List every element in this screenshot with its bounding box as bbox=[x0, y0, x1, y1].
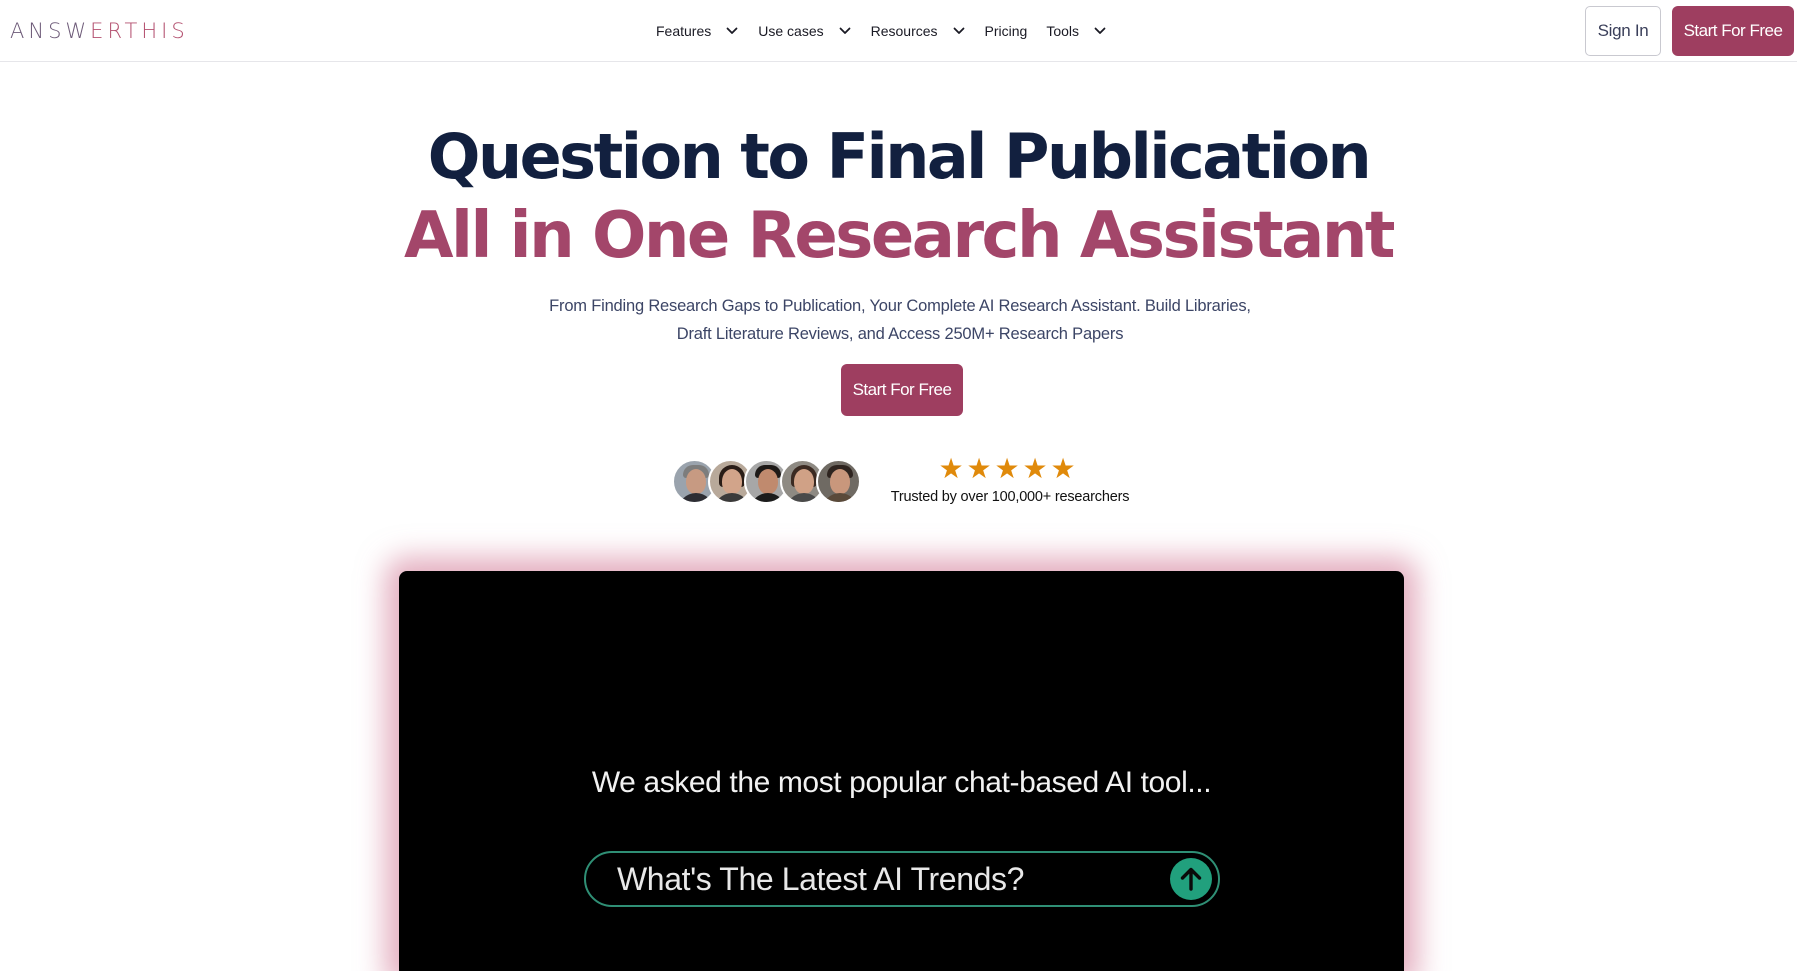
nav-item-label: Features bbox=[656, 23, 712, 39]
nav-item-use-cases[interactable]: Use cases bbox=[758, 23, 851, 39]
start-for-free-hero-button[interactable]: Start For Free bbox=[841, 364, 963, 416]
demo-prompt-box: What's The Latest AI Trends? bbox=[584, 851, 1220, 907]
nav-item-label: Use cases bbox=[758, 23, 824, 39]
chevron-down-icon bbox=[953, 27, 964, 34]
logo-text-part-a: ANSW bbox=[10, 19, 91, 43]
star-icon: ★ bbox=[938, 453, 966, 484]
start-for-free-nav-button[interactable]: Start For Free bbox=[1672, 6, 1794, 56]
answerthis-logo[interactable]: ANSW ERTHIS bbox=[10, 18, 189, 44]
top-navbar: ANSW ERTHIS Features Use cases Resources … bbox=[0, 0, 1797, 62]
nav-item-tools[interactable]: Tools bbox=[1046, 23, 1107, 39]
star-icon: ★ bbox=[1050, 453, 1078, 484]
demo-video-panel[interactable]: We asked the most popular chat-based AI … bbox=[399, 571, 1404, 971]
avatar bbox=[816, 459, 861, 504]
hero-subtitle-line-1: From Finding Research Gaps to Publicatio… bbox=[549, 297, 1251, 315]
chevron-down-icon bbox=[726, 27, 738, 34]
main-nav: Features Use cases Resources Pricing Too… bbox=[656, 18, 1126, 44]
hero-subtitle-line-2: Draft Literature Reviews, and Access 250… bbox=[676, 325, 1124, 343]
nav-item-features[interactable]: Features bbox=[656, 23, 739, 39]
trusted-by-text: Trusted by over 100,000+ researchers bbox=[890, 489, 1130, 505]
researcher-avatars bbox=[672, 459, 862, 505]
chevron-down-icon bbox=[1094, 27, 1106, 34]
hero-title-line-1: Question to Final Publication bbox=[427, 120, 1372, 193]
logo-text-part-b: ERTHIS bbox=[90, 19, 189, 43]
demo-prompt-text: What's The Latest AI Trends? bbox=[617, 861, 1024, 897]
star-icon: ★ bbox=[994, 453, 1022, 484]
hero-title-line-2: All in One Research Assistant bbox=[403, 199, 1396, 273]
nav-item-label: Pricing bbox=[984, 23, 1028, 39]
nav-item-pricing[interactable]: Pricing bbox=[985, 23, 1028, 39]
star-icon: ★ bbox=[1022, 453, 1050, 484]
nav-item-label: Resources bbox=[870, 23, 938, 39]
video-caption: We asked the most popular chat-based AI … bbox=[591, 766, 1212, 799]
chevron-down-icon bbox=[839, 27, 851, 34]
sign-in-button[interactable]: Sign In bbox=[1585, 6, 1661, 56]
send-button bbox=[1170, 858, 1212, 900]
hero-subtitle: From Finding Research Gaps to Publicatio… bbox=[520, 292, 1280, 348]
star-icon: ★ bbox=[966, 453, 994, 484]
rating-stars: ★ ★ ★ ★ ★ bbox=[938, 452, 1078, 485]
nav-item-resources[interactable]: Resources bbox=[871, 23, 966, 39]
nav-item-label: Tools bbox=[1046, 23, 1080, 39]
arrow-up-icon bbox=[1180, 867, 1202, 891]
